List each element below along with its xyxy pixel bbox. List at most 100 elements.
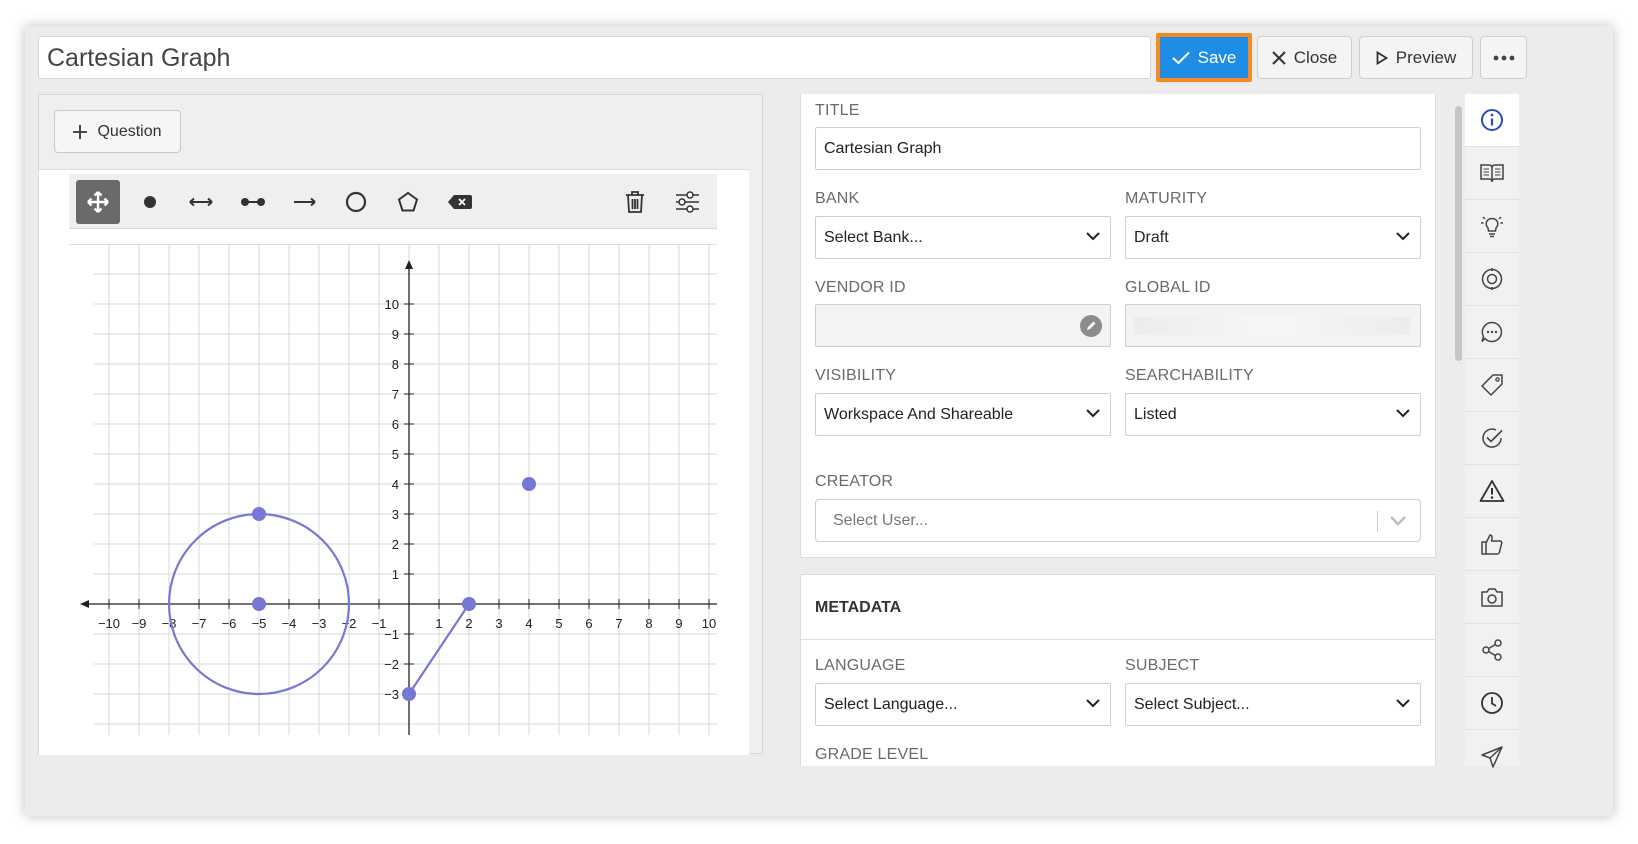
send-icon bbox=[1481, 745, 1503, 768]
vendor-id-field[interactable] bbox=[815, 304, 1111, 347]
more-options-button[interactable] bbox=[1480, 36, 1527, 79]
y-tick-label: 7 bbox=[392, 387, 399, 402]
segment-start-point[interactable] bbox=[402, 687, 416, 701]
point-icon bbox=[144, 196, 156, 208]
point-tool-button[interactable] bbox=[128, 180, 172, 224]
ray-tool-button[interactable] bbox=[283, 180, 327, 224]
line-tool-button[interactable] bbox=[179, 180, 223, 224]
subject-value: Select Subject... bbox=[1134, 695, 1250, 713]
right-scrollbar[interactable] bbox=[1455, 106, 1462, 361]
visibility-select[interactable]: Workspace And Shareable bbox=[815, 393, 1111, 436]
title-label: TITLE bbox=[815, 102, 860, 119]
thumbs-up-icon bbox=[1481, 534, 1503, 555]
sidebar-item-target[interactable] bbox=[1465, 253, 1519, 306]
y-tick-label: 8 bbox=[392, 357, 399, 372]
comment-icon bbox=[1481, 321, 1503, 343]
sidebar-item-feedback[interactable] bbox=[1465, 518, 1519, 571]
x-tick-label: −10 bbox=[98, 616, 120, 631]
delete-mark-tool-button[interactable] bbox=[438, 180, 482, 224]
visibility-label: VISIBILITY bbox=[815, 367, 897, 384]
circle-tool-button[interactable] bbox=[334, 180, 378, 224]
polygon-tool-button[interactable] bbox=[386, 180, 430, 224]
sidebar-item-tags[interactable] bbox=[1465, 359, 1519, 412]
metadata-heading: METADATA bbox=[815, 599, 902, 616]
right-sidebar bbox=[1465, 94, 1519, 768]
creator-divider bbox=[1377, 511, 1378, 532]
circle-center-point[interactable] bbox=[252, 597, 266, 611]
sidebar-item-review[interactable] bbox=[1465, 412, 1519, 465]
circle-edge-point[interactable] bbox=[252, 507, 266, 521]
properties-card: TITLE Cartesian Graph BANK Select Bank..… bbox=[800, 94, 1436, 558]
y-tick-label: 5 bbox=[392, 447, 399, 462]
chevron-down-icon bbox=[1396, 232, 1410, 241]
sidebar-item-book[interactable] bbox=[1465, 147, 1519, 200]
x-tick-label: 1 bbox=[435, 616, 442, 631]
preview-button[interactable]: Preview bbox=[1359, 36, 1473, 79]
searchability-select[interactable]: Listed bbox=[1125, 393, 1421, 436]
chevron-down-icon bbox=[1086, 699, 1100, 708]
add-question-button[interactable]: Question bbox=[54, 110, 181, 153]
ray-icon bbox=[294, 197, 316, 207]
move-tool-button[interactable] bbox=[76, 180, 120, 224]
x-tick-label: −6 bbox=[222, 616, 237, 631]
segment-tool-button[interactable] bbox=[231, 180, 275, 224]
add-question-label: Question bbox=[97, 122, 162, 140]
creator-select[interactable]: Select User... bbox=[815, 499, 1421, 542]
sidebar-item-alerts[interactable] bbox=[1465, 465, 1519, 518]
language-label: LANGUAGE bbox=[815, 657, 906, 674]
sidebar-item-history[interactable] bbox=[1465, 677, 1519, 730]
language-select[interactable]: Select Language... bbox=[815, 683, 1111, 726]
sidebar-item-share[interactable] bbox=[1465, 624, 1519, 677]
close-icon bbox=[1272, 50, 1286, 65]
clear-graph-button[interactable] bbox=[613, 180, 657, 224]
segment-end-point[interactable] bbox=[462, 597, 476, 611]
graph-canvas[interactable]: −10 −9 −8 −7 −6 −5 −4 −3 −2 −1 1 2 3 4 5 6 7 8 9 10 10 9 8 7 6 5 4… bbox=[69, 244, 718, 735]
graph-point[interactable] bbox=[522, 477, 536, 491]
bank-select[interactable]: Select Bank... bbox=[815, 216, 1111, 259]
plus-icon bbox=[73, 124, 88, 139]
camera-icon bbox=[1481, 588, 1503, 607]
pencil-icon[interactable] bbox=[1080, 315, 1102, 337]
share-icon bbox=[1482, 639, 1502, 661]
maturity-select[interactable]: Draft bbox=[1125, 216, 1421, 259]
sidebar-item-media[interactable] bbox=[1465, 571, 1519, 624]
title-field[interactable]: Cartesian Graph bbox=[815, 127, 1421, 170]
x-tick-label: −3 bbox=[312, 616, 327, 631]
maturity-label: MATURITY bbox=[1125, 190, 1208, 207]
circle-icon bbox=[345, 191, 367, 213]
check-circle-icon bbox=[1482, 428, 1503, 448]
cartesian-graph[interactable]: −10 −9 −8 −7 −6 −5 −4 −3 −2 −1 1 2 3 4 5 6 7 8 9 10 10 9 8 7 6 5 4… bbox=[69, 244, 718, 735]
y-tick-label: 6 bbox=[392, 417, 399, 432]
graph-settings-button[interactable] bbox=[665, 180, 709, 224]
polygon-icon bbox=[397, 191, 419, 212]
visibility-value: Workspace And Shareable bbox=[824, 405, 1014, 423]
sidebar-item-info[interactable] bbox=[1465, 94, 1519, 147]
close-button[interactable]: Close bbox=[1257, 36, 1352, 79]
y-tick-label: −3 bbox=[384, 687, 399, 702]
delete-mark-icon bbox=[448, 195, 472, 209]
x-tick-label: 2 bbox=[465, 616, 472, 631]
x-tick-label: 10 bbox=[702, 616, 716, 631]
sidebar-item-send[interactable] bbox=[1465, 730, 1519, 783]
maturity-value: Draft bbox=[1134, 228, 1169, 246]
item-title-input[interactable]: Cartesian Graph bbox=[38, 36, 1151, 79]
x-tick-label: −9 bbox=[132, 616, 147, 631]
creator-value: Select User... bbox=[833, 511, 929, 529]
lightbulb-icon bbox=[1481, 216, 1503, 238]
save-button[interactable]: Save bbox=[1156, 33, 1252, 82]
x-tick-label: −5 bbox=[252, 616, 267, 631]
searchability-label: SEARCHABILITY bbox=[1125, 367, 1254, 384]
tag-icon bbox=[1481, 374, 1503, 396]
clock-icon bbox=[1481, 692, 1503, 714]
searchability-value: Listed bbox=[1134, 405, 1177, 423]
sidebar-item-hint[interactable] bbox=[1465, 200, 1519, 253]
close-label: Close bbox=[1293, 47, 1338, 67]
subject-select[interactable]: Select Subject... bbox=[1125, 683, 1421, 726]
editor-window: Cartesian Graph Save Close Preview Quest… bbox=[25, 26, 1613, 816]
sidebar-item-comments[interactable] bbox=[1465, 306, 1519, 359]
creator-label: CREATOR bbox=[815, 473, 894, 490]
settings-sliders-icon bbox=[676, 191, 699, 213]
check-icon bbox=[1171, 51, 1190, 64]
x-tick-label: 6 bbox=[585, 616, 592, 631]
metadata-divider bbox=[801, 639, 1435, 640]
